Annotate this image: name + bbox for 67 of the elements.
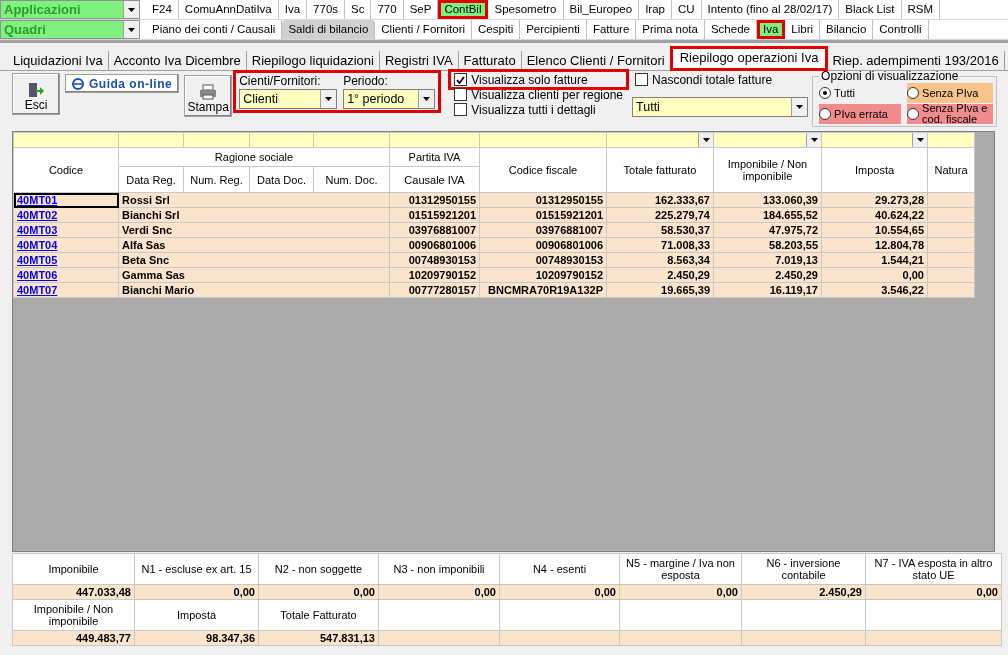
column-header: N7 - IVA esposta in altro stato UE bbox=[865, 553, 1002, 585]
column-header: Causale IVA bbox=[389, 166, 480, 193]
group-title: Opzioni di visualizzazione bbox=[820, 69, 960, 83]
tab[interactable]: Registri IVA bbox=[379, 51, 459, 70]
caret-icon bbox=[916, 138, 924, 142]
tab[interactable]: Liquidazioni Iva bbox=[8, 51, 109, 70]
tab[interactable]: Riep. adempimenti 193/2016 bbox=[827, 51, 1005, 70]
column-header: Totale Fatturato bbox=[258, 599, 379, 631]
column-header: N2 - non soggette bbox=[258, 553, 379, 585]
column-header: Totale fatturato bbox=[606, 147, 714, 193]
tab[interactable]: Riepilogo liquidazioni bbox=[246, 51, 380, 70]
column-header: Imposta bbox=[134, 599, 259, 631]
checkmark-icon bbox=[456, 75, 466, 84]
filter-dropdown[interactable] bbox=[713, 132, 822, 148]
dropdown[interactable]: 1° periodo bbox=[343, 89, 436, 109]
printer-icon bbox=[199, 84, 218, 100]
code-link[interactable]: 40MT06 bbox=[17, 269, 58, 281]
radio-option[interactable]: Senza PIva bbox=[907, 83, 994, 103]
help-link-button[interactable]: Guida on-line bbox=[65, 74, 180, 93]
column-header: N4 - esenti bbox=[499, 553, 620, 585]
exit-button[interactable]: Esci bbox=[12, 73, 60, 115]
menu-item[interactable]: ContBil bbox=[438, 0, 489, 19]
column-header: Natura bbox=[927, 147, 975, 193]
filter-dropdown[interactable] bbox=[821, 132, 928, 148]
checkbox[interactable]: Visualizza solo fatture bbox=[451, 72, 627, 87]
field-label: Periodo: bbox=[343, 74, 389, 89]
code-link[interactable]: 40MT05 bbox=[17, 254, 58, 266]
caret-icon bbox=[128, 7, 135, 12]
checkbox[interactable]: Visualizza clienti per regione bbox=[451, 87, 627, 102]
tab[interactable]: Fatturato bbox=[458, 51, 522, 70]
column-header: Codice fiscale bbox=[479, 147, 607, 193]
radio-option[interactable]: PIva errata bbox=[819, 104, 902, 124]
caret-icon bbox=[128, 27, 135, 32]
menu-item[interactable]: Iva bbox=[756, 20, 786, 39]
checkbox[interactable]: Nascondi totale fatture bbox=[632, 72, 809, 87]
column-header: Imponibile bbox=[12, 553, 135, 585]
code-link[interactable]: 40MT07 bbox=[17, 284, 58, 296]
filter-dropdown[interactable] bbox=[606, 132, 714, 148]
column-header: Num. Reg. bbox=[183, 166, 250, 193]
print-button[interactable]: Stampa bbox=[184, 75, 233, 117]
column-header: Codice bbox=[13, 147, 119, 193]
caret-icon bbox=[325, 97, 333, 101]
column-header: Imposta bbox=[821, 147, 928, 193]
radio-option[interactable]: Senza PIva e cod. fiscale bbox=[907, 104, 994, 124]
code-link[interactable]: 40MT03 bbox=[17, 224, 58, 236]
exit-door-icon bbox=[28, 82, 44, 98]
tab[interactable]: Acconto Iva Dicembre bbox=[108, 51, 247, 70]
code-link[interactable]: 40MT04 bbox=[17, 239, 58, 251]
caret-icon bbox=[796, 105, 804, 109]
dropdown[interactable]: Clienti bbox=[239, 89, 338, 109]
checkbox[interactable]: Visualizza tutti i dettagli bbox=[451, 102, 627, 117]
column-header: N6 - inversione contabile bbox=[741, 553, 866, 585]
dropdown[interactable]: Tutti bbox=[632, 97, 809, 117]
code-link[interactable]: 40MT01 bbox=[17, 194, 58, 206]
field-label: Cienti/Fornitori: bbox=[239, 74, 322, 89]
column-header: N3 - non imponibili bbox=[378, 553, 500, 585]
tab[interactable]: Riepilogo operazioni Iva bbox=[670, 47, 828, 70]
caret-icon bbox=[810, 138, 818, 142]
column-header: Imponibile / Non imponibile bbox=[713, 147, 822, 193]
caret-icon bbox=[702, 138, 710, 142]
column-header: N1 - escluse ex art. 15 bbox=[134, 553, 259, 585]
caret-icon bbox=[423, 97, 431, 101]
column-header: Imponibile / Non imponibile bbox=[12, 599, 135, 631]
menu-item[interactable]: Saldi di bilancio bbox=[282, 20, 376, 39]
column-header: N5 - margine / Iva non esposta bbox=[619, 553, 742, 585]
column-header: Num. Doc. bbox=[313, 166, 390, 193]
code-link[interactable]: 40MT02 bbox=[17, 209, 58, 221]
